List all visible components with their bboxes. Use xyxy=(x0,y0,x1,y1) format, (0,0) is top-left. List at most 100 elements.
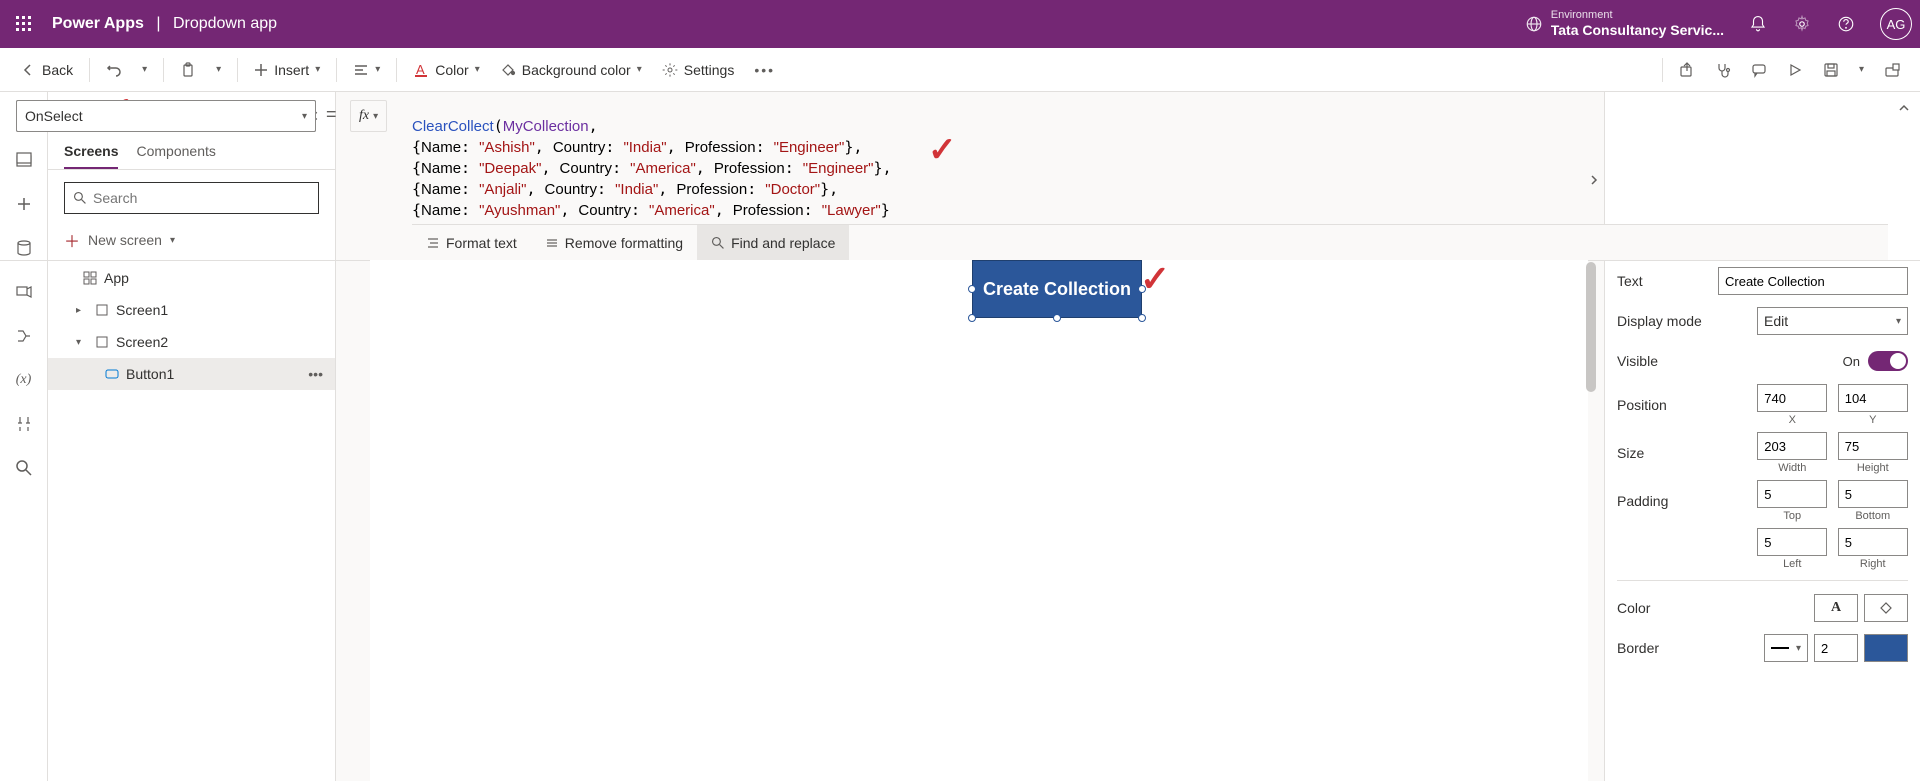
prop-input-y[interactable] xyxy=(1838,384,1908,412)
fill-color-swatch[interactable] xyxy=(1864,594,1908,622)
flows-rail-icon[interactable] xyxy=(12,324,36,348)
save-icon xyxy=(1823,62,1839,78)
prop-input-padbottom[interactable] xyxy=(1838,480,1908,508)
media-rail-icon[interactable] xyxy=(12,280,36,304)
variables-rail-icon[interactable]: (x) xyxy=(12,368,36,392)
insert-button[interactable]: Insert ▾ xyxy=(246,54,328,86)
prop-input-x[interactable] xyxy=(1757,384,1827,412)
command-bar: Back ▾ ▾ Insert ▾ ▾ A Color ▾ Background… xyxy=(0,48,1920,92)
align-button[interactable]: ▾ xyxy=(345,54,388,86)
formula-editor[interactable]: ClearCollect(MyCollection, {Name: "Ashis… xyxy=(412,96,1888,241)
fx-button[interactable]: fx ▾ xyxy=(350,100,387,132)
selection-handle[interactable] xyxy=(1053,314,1061,322)
undo-dropdown[interactable]: ▾ xyxy=(134,54,155,86)
data-rail-icon[interactable] xyxy=(12,236,36,260)
background-color-button[interactable]: Background color ▾ xyxy=(492,54,650,86)
tree-item-screen1[interactable]: ▸ Screen1 xyxy=(48,294,335,326)
notifications-icon[interactable] xyxy=(1748,14,1768,34)
prop-input-width[interactable] xyxy=(1757,432,1827,460)
tree-item-screen2[interactable]: ▾ Screen2 xyxy=(48,326,335,358)
save-button[interactable] xyxy=(1815,54,1847,86)
prop-input-text[interactable] xyxy=(1718,267,1908,295)
overflow-button[interactable]: ••• xyxy=(746,54,783,86)
collapse-right-panel-icon[interactable] xyxy=(1584,168,1604,192)
prop-label-position: Position xyxy=(1617,397,1757,413)
find-replace-button[interactable]: Find and replace xyxy=(697,225,849,260)
selection-handle[interactable] xyxy=(1138,314,1146,322)
tab-components[interactable]: Components xyxy=(136,135,215,169)
border-style-select[interactable]: ▾ xyxy=(1764,634,1808,662)
waffle-icon[interactable] xyxy=(8,8,40,40)
tree-item-app[interactable]: App xyxy=(48,262,335,294)
prop-input-padleft[interactable] xyxy=(1757,528,1827,556)
tree-label-screen1: Screen1 xyxy=(116,302,168,318)
property-selector[interactable]: OnSelect ▾ xyxy=(16,100,316,132)
displaymode-value: Edit xyxy=(1764,313,1788,329)
font-color-swatch[interactable]: A xyxy=(1814,594,1858,622)
new-screen-button[interactable]: ＋ New screen ▾ xyxy=(48,222,335,258)
list-icon xyxy=(353,62,369,78)
back-button[interactable]: Back xyxy=(12,54,81,86)
selection-handle[interactable] xyxy=(968,314,976,322)
border-width-input[interactable] xyxy=(1814,634,1858,662)
paste-dropdown[interactable]: ▾ xyxy=(208,54,229,86)
remove-formatting-button[interactable]: Remove formatting xyxy=(531,225,697,260)
preview-button[interactable] xyxy=(1779,54,1811,86)
format-text-button[interactable]: Format text xyxy=(412,225,531,260)
prop-label-color: Color xyxy=(1617,600,1757,616)
publish-button[interactable] xyxy=(1876,54,1908,86)
sublabel-right: Right xyxy=(1860,558,1886,570)
tree-search[interactable] xyxy=(64,182,319,214)
sublabel-bottom: Bottom xyxy=(1855,510,1890,522)
search-icon xyxy=(73,191,87,205)
prop-input-height[interactable] xyxy=(1838,432,1908,460)
tools-rail-icon[interactable] xyxy=(12,412,36,436)
gear-icon xyxy=(662,62,678,78)
visible-toggle[interactable] xyxy=(1868,351,1908,371)
chevron-down-icon: ▾ xyxy=(375,64,380,75)
prop-label-padding: Padding xyxy=(1617,493,1757,509)
chevron-down-icon: ▾ xyxy=(637,64,642,75)
tree-view-panel: Tree view ✕ Screens Components ＋ New scr… xyxy=(48,92,336,781)
expand-formula-icon[interactable] xyxy=(1896,100,1912,116)
prop-input-padright[interactable] xyxy=(1838,528,1908,556)
tree-item-button1[interactable]: Button1 ••• xyxy=(48,358,335,390)
ellipsis-icon[interactable]: ••• xyxy=(308,366,323,382)
screen-icon xyxy=(94,304,110,316)
tab-screens[interactable]: Screens xyxy=(64,135,118,169)
search-rail-icon[interactable] xyxy=(12,456,36,480)
checker-button[interactable] xyxy=(1707,54,1739,86)
design-canvas[interactable]: Create Collection ✓ xyxy=(370,260,1588,781)
paste-button[interactable] xyxy=(172,54,204,86)
undo-button[interactable] xyxy=(98,54,130,86)
share-button[interactable] xyxy=(1671,54,1703,86)
canvas-scrollbar[interactable] xyxy=(1586,262,1596,392)
prop-select-displaymode[interactable]: Edit ▾ xyxy=(1757,307,1908,335)
user-avatar[interactable]: AG xyxy=(1880,8,1912,40)
environment-picker[interactable]: Environment Tata Consultancy Servic... xyxy=(1525,9,1724,39)
comments-button[interactable] xyxy=(1743,54,1775,86)
tree-search-input[interactable] xyxy=(93,190,310,206)
border-color-swatch[interactable] xyxy=(1864,634,1908,662)
save-dropdown[interactable]: ▾ xyxy=(1851,54,1872,86)
help-icon[interactable] xyxy=(1836,14,1856,34)
selection-handle[interactable] xyxy=(968,285,976,293)
chevron-down-icon[interactable]: ▾ xyxy=(76,337,88,348)
prop-label-text: Text xyxy=(1617,273,1718,289)
fx-icon: fx xyxy=(359,108,369,124)
settings-gear-icon[interactable] xyxy=(1792,14,1812,34)
bgcolor-label: Background color xyxy=(522,62,631,78)
remove-format-icon xyxy=(545,236,559,250)
environment-label: Environment xyxy=(1551,9,1724,22)
prop-input-padtop[interactable] xyxy=(1757,480,1827,508)
button-icon xyxy=(104,368,120,380)
bucket-icon xyxy=(500,62,516,78)
comment-icon xyxy=(1751,62,1767,78)
settings-button[interactable]: Settings xyxy=(654,54,743,86)
canvas-button[interactable]: Create Collection xyxy=(972,260,1142,318)
font-color-button[interactable]: A Color ▾ xyxy=(405,54,488,86)
environment-name: Tata Consultancy Servic... xyxy=(1551,22,1724,39)
chevron-right-icon[interactable]: ▸ xyxy=(76,305,88,316)
tree-view-icon[interactable] xyxy=(12,148,36,172)
insert-rail-icon[interactable] xyxy=(12,192,36,216)
